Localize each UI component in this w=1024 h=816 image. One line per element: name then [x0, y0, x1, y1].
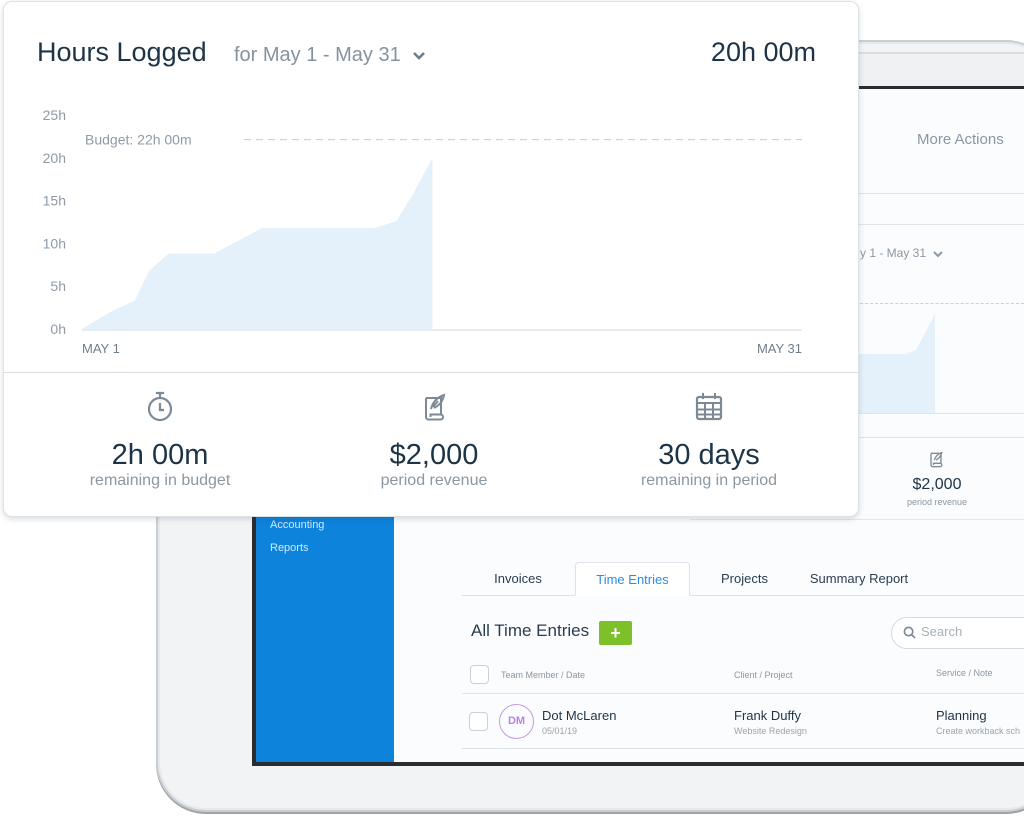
divider	[462, 693, 1024, 694]
more-actions-label: More Actions	[917, 131, 1004, 148]
search-field[interactable]	[891, 617, 1024, 649]
stat-period-revenue: $2,000 period revenue	[294, 390, 574, 490]
stopwatch-icon	[147, 391, 173, 422]
stat-value: 2h 00m	[111, 439, 209, 471]
tab-time-entries[interactable]: Time Entries	[575, 562, 690, 596]
background-stat-label: period revenue	[906, 497, 968, 507]
area-series	[82, 157, 433, 329]
service-name: Planning	[936, 708, 987, 723]
stat-value: 30 days	[658, 439, 760, 471]
divider	[690, 519, 1024, 520]
background-area-chart	[858, 314, 935, 413]
x-tick-label: MAY 31	[757, 341, 802, 356]
y-tick-label: 20h	[43, 150, 66, 166]
avatar: DM	[499, 704, 534, 739]
tab-summary-report[interactable]: Summary Report	[800, 562, 918, 596]
sidebar-item-reports[interactable]: Reports	[270, 542, 309, 554]
y-tick-label: 15h	[43, 193, 66, 209]
stat-label: remaining in period	[640, 472, 778, 489]
more-actions-menu[interactable]: More Actions	[917, 131, 1004, 148]
y-tick-label: 10h	[43, 235, 66, 251]
team-member-name: Dot McLaren	[542, 708, 617, 723]
background-budget-line	[860, 303, 1024, 304]
stat-label: remaining in budget	[89, 472, 231, 489]
project-name: Website Redesign	[734, 726, 807, 736]
invoice-scroll-icon	[930, 451, 943, 468]
row-checkbox[interactable]	[469, 712, 488, 731]
section-title: All Time Entries	[471, 621, 590, 640]
column-header-team-member[interactable]: Team Member / Date	[501, 670, 585, 680]
y-tick-label: 25h	[43, 107, 66, 123]
x-tick-label: MAY 1	[82, 341, 120, 356]
background-period-selector[interactable]: y 1 - May 31	[860, 246, 944, 260]
tab-bar: Invoices Time Entries Projects Summary R…	[462, 562, 1024, 596]
search-icon	[903, 626, 916, 639]
select-all-checkbox[interactable]	[470, 665, 489, 684]
divider	[856, 193, 1024, 194]
stat-label: period revenue	[380, 472, 488, 489]
entry-date: 05/01/19	[542, 726, 578, 736]
divider	[4, 372, 858, 373]
background-period-label: y 1 - May 31	[860, 246, 927, 260]
divider	[856, 224, 1024, 225]
tab-invoices[interactable]: Invoices	[462, 562, 574, 596]
invoice-scroll-icon	[425, 393, 446, 421]
search-input[interactable]	[921, 624, 1024, 639]
service-note: Create workback sch	[936, 726, 1021, 736]
y-tick-label: 0h	[50, 321, 66, 337]
background-x-axis	[858, 413, 1024, 414]
calendar-icon	[695, 393, 723, 421]
stat-value: $2,000	[389, 439, 479, 471]
y-tick-label: 5h	[50, 278, 66, 294]
hours-logged-card: Hours Logged for May 1 - May 31 20h 00m …	[3, 1, 859, 517]
hours-chart: 0h 5h 10h 15h 20h 25h Budget: 22h 00m MAY 1 M…	[43, 107, 802, 356]
column-header-client-project[interactable]: Client / Project	[734, 670, 793, 680]
add-time-entry-button[interactable]: +	[599, 621, 632, 645]
column-header-service-note[interactable]: Service / Note	[936, 668, 993, 678]
client-name: Frank Duffy	[734, 708, 801, 723]
stat-remaining-period: 30 days remaining in period	[569, 390, 849, 490]
background-area-series	[858, 314, 935, 413]
divider	[462, 748, 1024, 749]
sidebar-item-accounting[interactable]: Accounting	[270, 519, 324, 531]
tab-projects[interactable]: Projects	[702, 562, 787, 596]
chevron-down-icon	[933, 251, 944, 258]
stat-remaining-budget: 2h 00m remaining in budget	[20, 390, 300, 490]
divider	[856, 437, 1024, 438]
background-stat-value: $2,000	[912, 476, 962, 493]
budget-label: Budget: 22h 00m	[85, 132, 192, 148]
